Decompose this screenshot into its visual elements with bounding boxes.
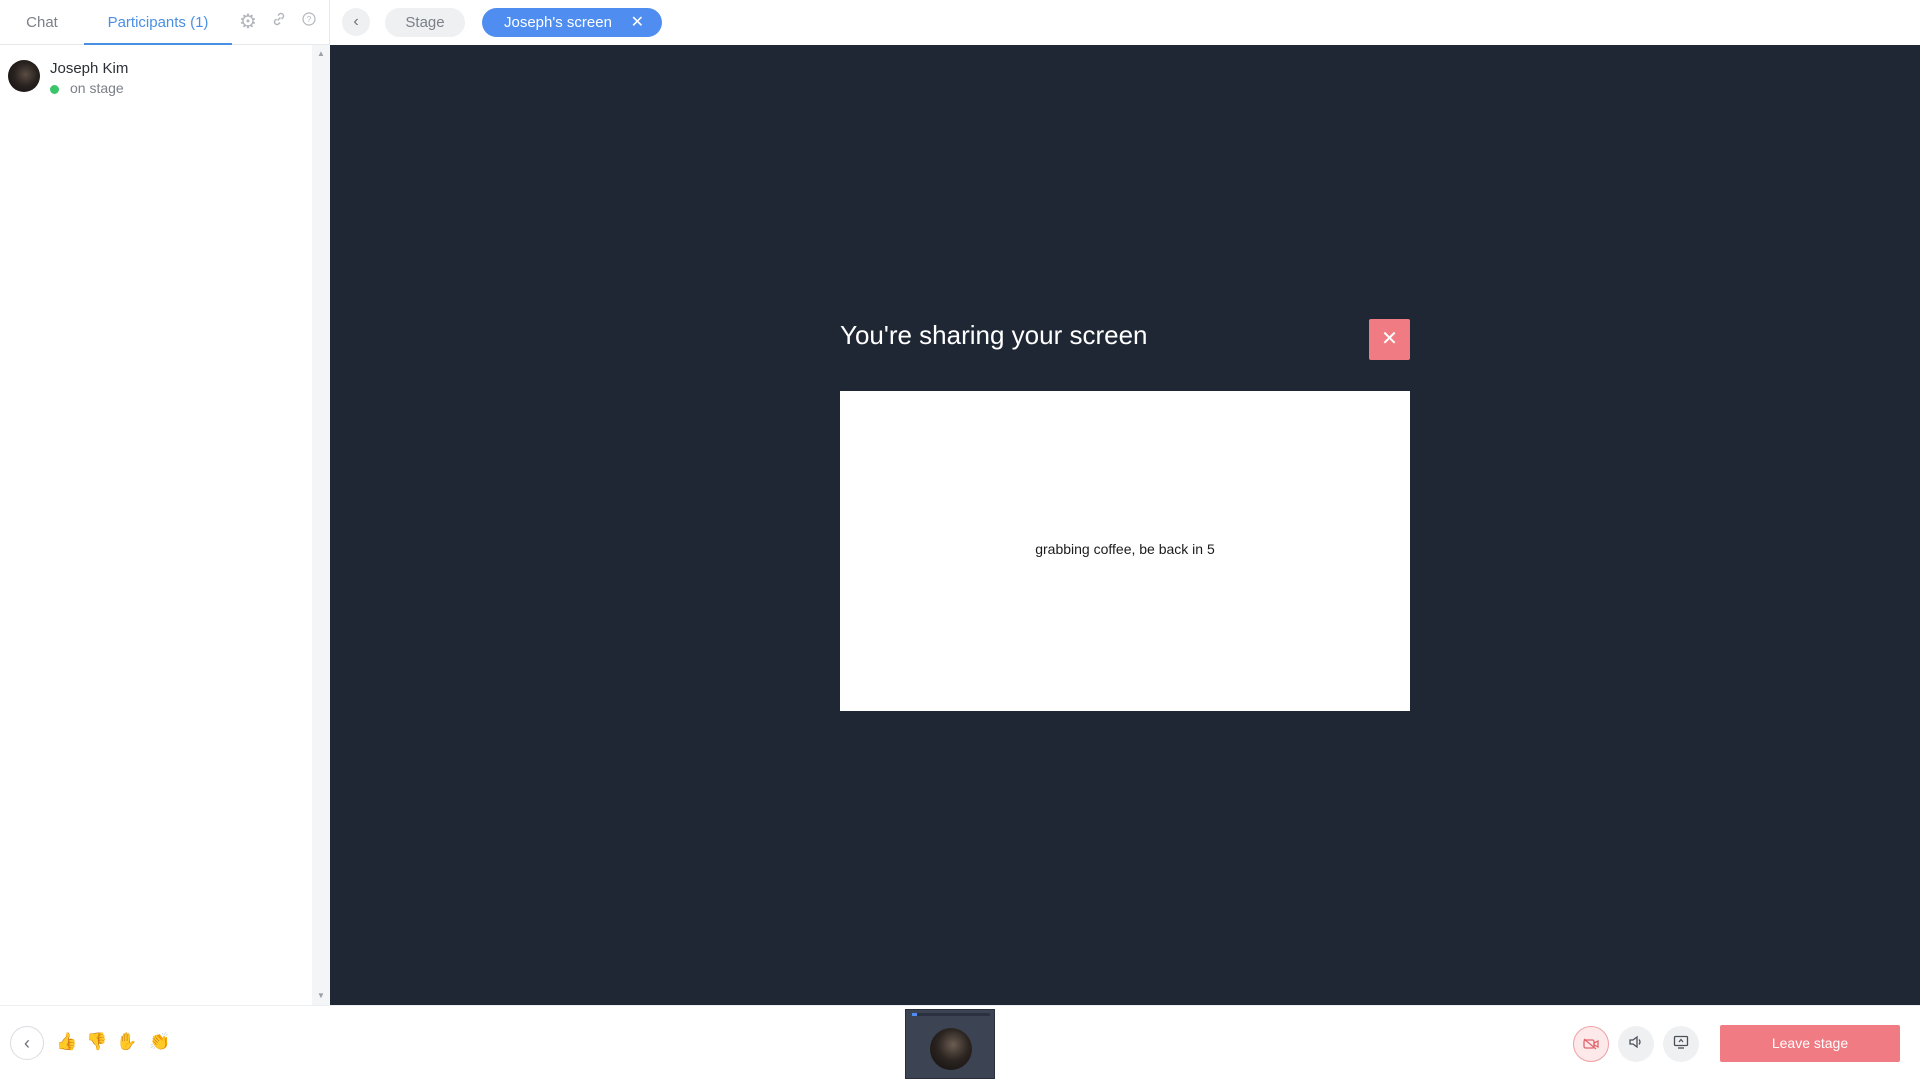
- tab-participants[interactable]: Participants (1): [84, 0, 232, 45]
- online-status-dot: [50, 85, 59, 94]
- leave-stage-button[interactable]: Leave stage: [1720, 1025, 1900, 1062]
- sidebar: Chat Participants (1) ⚙ ? Joseph Kim on …: [0, 0, 330, 1005]
- clap-icon[interactable]: 👏: [148, 1030, 172, 1054]
- screen-share-svg: [1673, 1035, 1689, 1049]
- avatar: [930, 1028, 972, 1070]
- tab-chat[interactable]: Chat: [0, 0, 84, 45]
- raise-hand-icon[interactable]: ✋: [115, 1030, 139, 1054]
- sharing-title: You're sharing your screen: [840, 320, 1148, 350]
- chevron-left-icon[interactable]: ‹: [342, 8, 370, 36]
- tab-josephs-screen-label: Joseph's screen: [504, 14, 612, 31]
- help-icon-svg: ?: [302, 12, 316, 26]
- stage-topbar: ‹ Stage Joseph's screen ✕: [330, 0, 1920, 45]
- thumbnail-audio-level: [912, 1013, 917, 1016]
- sidebar-scrollbar[interactable]: ▲ ▼: [312, 45, 330, 1005]
- help-icon[interactable]: ?: [299, 12, 319, 32]
- stage-area: You're sharing your screen ✕ grabbing co…: [330, 45, 1920, 1005]
- close-icon[interactable]: ✕: [631, 8, 644, 37]
- bottom-toolbar: ‹ 👍 👎 ✋ 👏 Leave stage: [0, 1005, 1920, 1080]
- sidebar-tabs: Chat Participants (1) ⚙ ?: [0, 0, 330, 45]
- participant-video-thumbnail[interactable]: [905, 1009, 995, 1079]
- screen-share-preview: grabbing coffee, be back in 5: [840, 391, 1410, 711]
- gear-icon[interactable]: ⚙: [238, 12, 258, 32]
- audio-icon[interactable]: [1618, 1026, 1654, 1062]
- tab-josephs-screen[interactable]: Joseph's screen ✕: [482, 8, 662, 37]
- thumbs-down-icon[interactable]: 👎: [85, 1030, 109, 1054]
- tab-stage[interactable]: Stage: [385, 8, 465, 37]
- link-icon[interactable]: [269, 12, 289, 32]
- participant-status: on stage: [70, 80, 124, 96]
- avatar: [8, 60, 40, 92]
- scroll-up-arrow-icon[interactable]: ▲: [316, 49, 326, 59]
- scroll-down-arrow-icon[interactable]: ▼: [316, 991, 326, 1001]
- participant-item[interactable]: Joseph Kim on stage: [8, 58, 308, 104]
- thumbs-up-icon[interactable]: 👍: [55, 1030, 79, 1054]
- screen-share-icon[interactable]: [1663, 1026, 1699, 1062]
- collapse-sidebar-button[interactable]: ‹: [10, 1026, 44, 1060]
- svg-text:?: ?: [307, 15, 312, 24]
- stop-sharing-button[interactable]: ✕: [1369, 319, 1410, 360]
- camera-off-svg: [1583, 1038, 1599, 1050]
- preview-text: grabbing coffee, be back in 5: [1035, 541, 1215, 557]
- participant-name: Joseph Kim: [50, 60, 129, 77]
- audio-svg: [1629, 1035, 1641, 1049]
- chevron-left-icon: ‹: [24, 1033, 30, 1053]
- link-icon-svg: [273, 12, 285, 26]
- camera-off-icon[interactable]: [1573, 1026, 1609, 1062]
- thumbnail-audio-bar: [912, 1013, 990, 1016]
- close-icon: ✕: [1381, 328, 1398, 350]
